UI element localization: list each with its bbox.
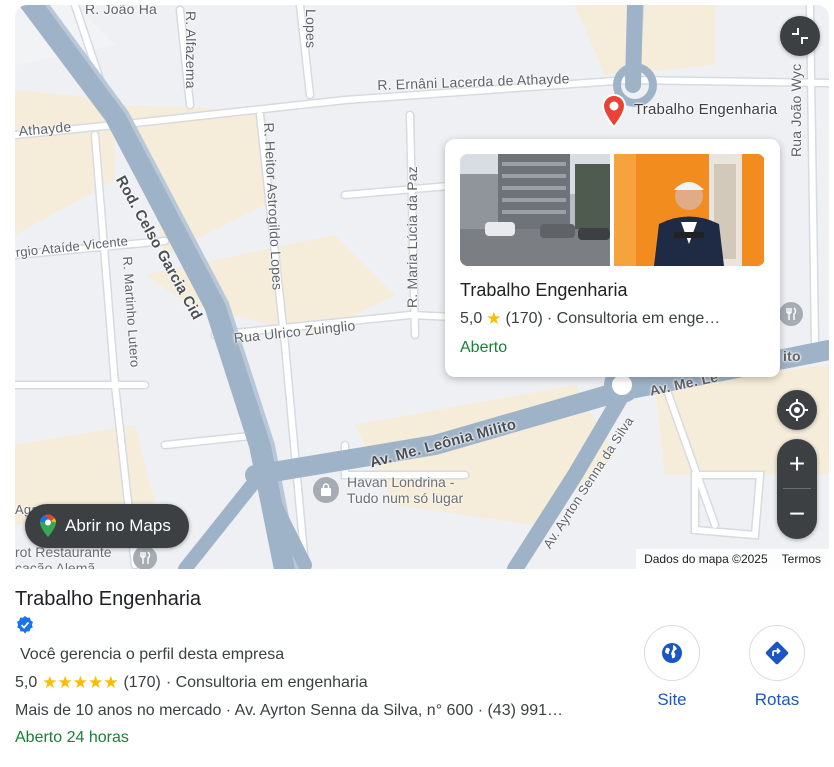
rating-row: 5,0 ★★★★★ (170) · Consultoria em engenha… xyxy=(15,673,635,693)
card-meta: 5,0 ★ (170) · Consultoria em enge… xyxy=(460,309,765,329)
location-pin[interactable]: Trabalho Engenharia xyxy=(600,94,777,128)
havan-place[interactable]: Havan Londrina - Tudo num só lugar xyxy=(313,474,463,506)
directions-button[interactable]: Rotas xyxy=(749,625,805,710)
description-address: Mais de 10 anos no mercado · Av. Ayrton … xyxy=(15,702,564,719)
card-photos[interactable] xyxy=(460,154,765,266)
street-label-maria-lucia: R. Maria Lúcia da Paz xyxy=(404,166,420,308)
street-label-joao: R. João Ha xyxy=(85,5,158,17)
restaurant-icon-east[interactable] xyxy=(779,302,803,326)
verified-badge-icon xyxy=(17,616,33,634)
site-circle xyxy=(644,625,700,681)
map-data-credit: Dados do mapa ©2025 xyxy=(644,552,768,566)
zoom-out-button[interactable]: − xyxy=(777,489,817,539)
street-label-lopes: Lopes xyxy=(303,9,319,49)
place-widget: R. João Ha R. Alfazema Lopes R. Ernâni L… xyxy=(0,0,834,767)
crosshair-icon xyxy=(786,399,808,421)
building-photo xyxy=(460,154,611,266)
manage-profile-text: Você gerencia o perfil desta empresa xyxy=(20,646,285,663)
card-reviews[interactable]: (170) xyxy=(506,310,543,328)
category: · Consultoria em engenharia xyxy=(165,674,368,691)
review-count[interactable]: (170) xyxy=(123,674,160,692)
open-in-maps-label: Abrir no Maps xyxy=(65,516,171,535)
street-label-joao-wyc: Rua João Wyc xyxy=(788,63,804,157)
collapse-icon xyxy=(792,28,808,44)
zoom-control: + − xyxy=(777,439,817,539)
shopping-bag-icon xyxy=(313,477,339,503)
havan-label: Havan Londrina - Tudo num só lugar xyxy=(347,474,464,506)
street-label-leonia-end: ito xyxy=(783,348,801,364)
business-name[interactable]: Trabalho Engenharia xyxy=(15,588,635,611)
opening-hours[interactable]: Aberto 24 horas xyxy=(15,729,635,747)
directions-circle xyxy=(749,625,805,681)
card-rating: 5,0 xyxy=(460,310,483,327)
open-in-maps-button[interactable]: Abrir no Maps xyxy=(25,504,189,548)
place-info-card[interactable]: Trabalho Engenharia 5,0 ★ (170) · Consul… xyxy=(445,139,780,377)
terms-link[interactable]: Termos xyxy=(782,552,821,566)
my-location-button[interactable] xyxy=(777,390,817,430)
map-attribution: Dados do mapa ©2025 Termos xyxy=(636,549,829,569)
card-title[interactable]: Trabalho Engenharia xyxy=(460,280,765,301)
directions-icon xyxy=(765,641,789,665)
engineer-photo xyxy=(614,154,765,266)
restaurant-icon[interactable] xyxy=(133,546,157,569)
exit-fullscreen-button[interactable] xyxy=(780,16,820,56)
star-rating-icon: ★★★★★ xyxy=(42,673,119,692)
zoom-in-button[interactable]: + xyxy=(777,439,817,489)
description-row: Mais de 10 anos no mercado · Av. Ayrton … xyxy=(15,702,635,720)
card-open-status: Aberto xyxy=(460,339,508,356)
directions-label: Rotas xyxy=(754,690,800,709)
card-category: · Consultoria em enge… xyxy=(546,310,721,327)
street-label-alfazema: R. Alfazema xyxy=(183,11,199,89)
map-view[interactable]: R. João Ha R. Alfazema Lopes R. Ernâni L… xyxy=(15,5,829,569)
rating-value: 5,0 xyxy=(15,674,38,691)
site-label: Site xyxy=(657,690,687,709)
pin-label: Trabalho Engenharia xyxy=(634,101,778,118)
business-panel: Trabalho Engenharia Você gerencia o perf… xyxy=(15,588,635,747)
google-maps-icon xyxy=(40,514,56,537)
card-star-icon: ★ xyxy=(486,309,502,328)
site-button[interactable]: Site xyxy=(644,625,700,710)
pin-marker-icon xyxy=(601,94,627,128)
globe-icon xyxy=(662,643,682,663)
zoom-divider xyxy=(783,488,811,489)
